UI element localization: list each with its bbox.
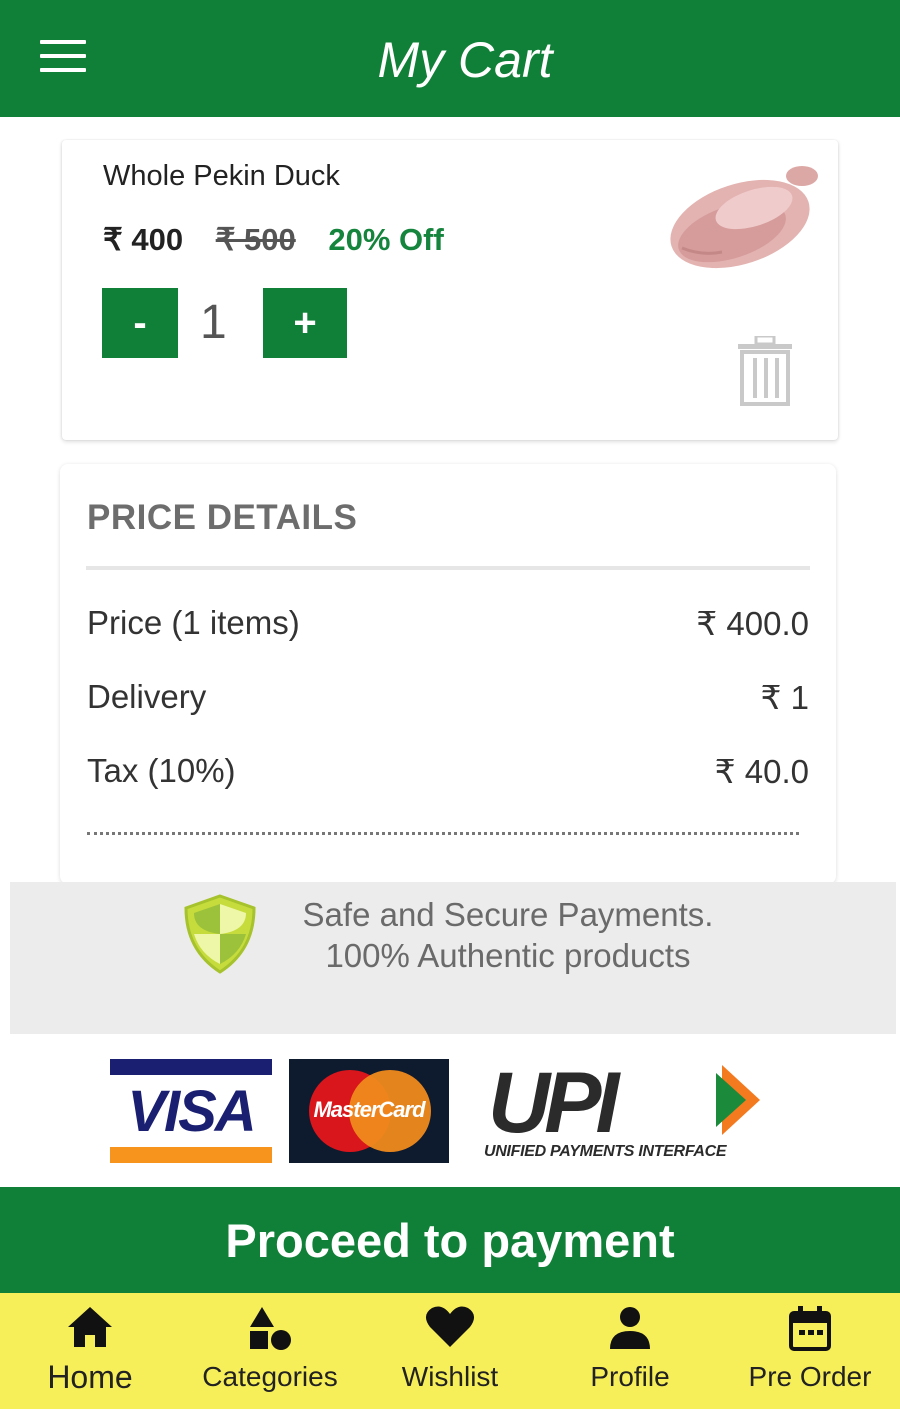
- visa-text: VISA: [127, 1079, 256, 1144]
- secure-line-2: 100% Authentic products: [325, 937, 691, 974]
- price-details-title: PRICE DETAILS: [87, 498, 358, 537]
- secure-line-1: Safe and Secure Payments.: [302, 896, 714, 933]
- decrease-quantity-button[interactable]: -: [102, 288, 178, 358]
- app-bar: My Cart: [0, 0, 900, 117]
- tax-label: Tax (10%): [87, 752, 236, 789]
- bottom-navigation: Home Categories Wishlist Profile Pre Ord…: [0, 1293, 900, 1409]
- nav-profile-label: Profile: [590, 1361, 670, 1392]
- heart-icon: [425, 1306, 475, 1347]
- categories-icon: [250, 1307, 291, 1350]
- shield-icon: [184, 894, 256, 974]
- upi-logo: UPI UNIFIED PAYMENTS INTERFACE: [480, 1055, 780, 1170]
- upi-text: UPI: [488, 1055, 619, 1151]
- mastercard-logo: MasterCard: [289, 1059, 449, 1163]
- upi-subtitle: UNIFIED PAYMENTS INTERFACE: [484, 1143, 727, 1160]
- nav-categories[interactable]: Categories: [180, 1293, 360, 1409]
- price-label: Price (1 items): [87, 604, 300, 641]
- payment-logos: VISA MasterCard UPI UNIFIED PAYMENTS INT…: [0, 1055, 900, 1170]
- proceed-to-payment-button[interactable]: Proceed to payment: [0, 1187, 900, 1293]
- visa-logo: VISA: [110, 1059, 272, 1163]
- product-original-price: ₹ 500: [215, 222, 296, 257]
- divider: [86, 566, 810, 570]
- product-price: ₹ 400: [103, 222, 184, 257]
- price-value: ₹ 400.0: [696, 605, 809, 642]
- nav-wishlist-label: Wishlist: [401, 1361, 499, 1392]
- person-icon: [610, 1307, 650, 1349]
- secure-payments-banner: Safe and Secure Payments. 100% Authentic…: [10, 882, 896, 1034]
- home-icon: [68, 1307, 112, 1347]
- delivery-value: ₹ 1: [760, 679, 809, 716]
- cart-item-card: Whole Pekin Duck ₹ 400 ₹ 500 20% Off - 1…: [62, 140, 838, 440]
- nav-wishlist[interactable]: Wishlist: [360, 1293, 540, 1409]
- nav-profile[interactable]: Profile: [540, 1293, 720, 1409]
- tax-value: ₹ 40.0: [714, 753, 809, 790]
- nav-home[interactable]: Home: [0, 1293, 180, 1409]
- delivery-label: Delivery: [87, 678, 207, 715]
- product-name: Whole Pekin Duck: [103, 160, 340, 192]
- nav-pre-order-label: Pre Order: [748, 1361, 872, 1392]
- page-title: My Cart: [377, 32, 553, 88]
- nav-pre-order[interactable]: Pre Order: [720, 1293, 900, 1409]
- nav-categories-label: Categories: [202, 1361, 338, 1392]
- quantity-value: 1: [200, 296, 227, 349]
- duck-image: [670, 166, 818, 269]
- product-discount: 20% Off: [328, 222, 444, 257]
- upi-arrow-icon: [716, 1065, 760, 1135]
- trash-icon[interactable]: [738, 336, 794, 406]
- mastercard-text: MasterCard: [313, 1097, 425, 1122]
- increase-quantity-button[interactable]: +: [263, 288, 347, 358]
- price-details-card: PRICE DETAILS Price (1 items) ₹ 400.0 De…: [60, 464, 836, 884]
- secure-text: Safe and Secure Payments. 100% Authentic…: [280, 894, 736, 976]
- price-row: ₹ 400 ₹ 500 20% Off: [103, 222, 444, 258]
- calendar-icon: [789, 1306, 831, 1351]
- nav-home-label: Home: [47, 1359, 133, 1395]
- dotted-divider: [87, 832, 799, 835]
